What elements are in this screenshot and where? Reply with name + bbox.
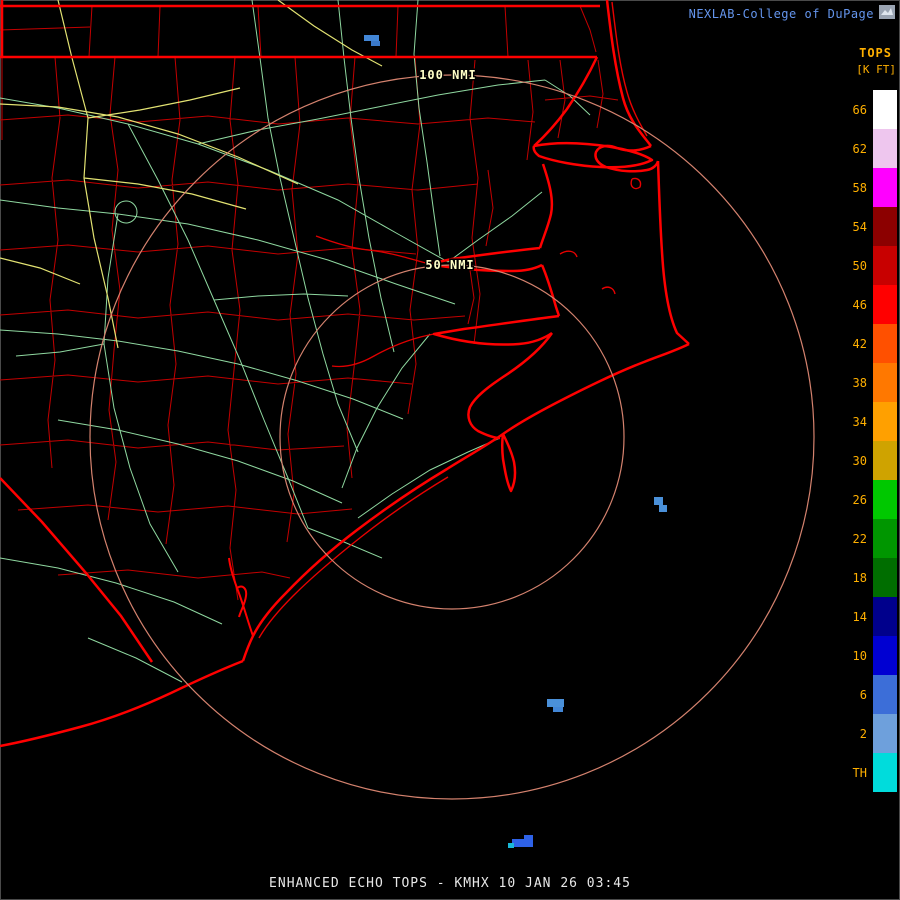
- echo-patch: [512, 839, 533, 847]
- legend-color-swatch: [873, 246, 897, 285]
- legend-value-label: 38: [852, 375, 867, 390]
- legend-row: 18: [833, 558, 897, 597]
- coastline-outer-banks: [0, 0, 690, 748]
- legend-color-swatch: [873, 363, 897, 402]
- legend-value-label: 58: [852, 180, 867, 195]
- echo-patch: [508, 843, 514, 848]
- legend-color-swatch: [873, 558, 897, 597]
- legend-value-label: 22: [852, 531, 867, 546]
- coastline-detail: [258, 1, 648, 639]
- legend-value-label: 42: [852, 336, 867, 351]
- legend-unit-label: [K FT]: [856, 63, 896, 76]
- range-ring-100nmi: [89, 74, 815, 800]
- legend-row: 42: [833, 324, 897, 363]
- radar-map: 50 NMI 100 NMI: [0, 0, 815, 848]
- legend-row: 54: [833, 207, 897, 246]
- road-lines: [0, 0, 591, 683]
- echo-patch: [524, 835, 533, 840]
- coastline-sound-shore: [427, 56, 654, 440]
- highway-lines: [0, 0, 383, 349]
- legend-value-label: 2: [859, 726, 867, 741]
- legend-row: 46: [833, 285, 897, 324]
- legend-value-label: 62: [852, 141, 867, 156]
- echo-patch: [654, 497, 663, 505]
- legend-value-label: 18: [852, 570, 867, 585]
- cape-fear-river: [228, 557, 254, 637]
- legend-value-label: 34: [852, 414, 867, 429]
- legend-color-swatch: [873, 675, 897, 714]
- legend-color-swatch: [873, 480, 897, 519]
- echo-patch: [371, 41, 380, 46]
- legend-value-label: 66: [852, 102, 867, 117]
- legend-row: 30: [833, 441, 897, 480]
- legend-row: 34: [833, 402, 897, 441]
- legend-color-swatch: [873, 753, 897, 792]
- legend-row: 38: [833, 363, 897, 402]
- legend-row: 14: [833, 597, 897, 636]
- legend-color-swatch: [873, 402, 897, 441]
- legend-row: 6: [833, 675, 897, 714]
- legend-color-swatch: [873, 90, 897, 129]
- echo-patch: [547, 699, 564, 707]
- legend-color-swatch: [873, 285, 897, 324]
- legend-value-label: 14: [852, 609, 867, 624]
- legend-title: TOPS: [859, 46, 892, 60]
- legend-row: 50: [833, 246, 897, 285]
- legend-color-swatch: [873, 207, 897, 246]
- legend-row: 26: [833, 480, 897, 519]
- legend-row: 10: [833, 636, 897, 675]
- echo-patch: [659, 505, 667, 512]
- echo-patches: [364, 35, 667, 848]
- state-borders: [0, 0, 600, 663]
- legend-value-label: 46: [852, 297, 867, 312]
- legend-color-swatch: [873, 636, 897, 675]
- legend-row: 2: [833, 714, 897, 753]
- range-ring-50nmi-label: 50 NMI: [425, 258, 474, 272]
- legend-value-label: TH: [852, 765, 867, 780]
- echo-patch: [364, 35, 379, 41]
- legend-value-label: 10: [852, 648, 867, 663]
- legend-color-swatch: [873, 519, 897, 558]
- legend-color-swatch: [873, 168, 897, 207]
- legend-row: 58: [833, 168, 897, 207]
- legend-color-swatch: [873, 129, 897, 168]
- legend-value-label: 50: [852, 258, 867, 273]
- echo-tops-legend: TOPS [K FT] 66 62 58 54 50 46 42 38 34 30 26 22 18 14…: [822, 0, 900, 900]
- legend-color-swatch: [873, 597, 897, 636]
- legend-row: 62: [833, 129, 897, 168]
- radar-viewport: 50 NMI 100 NMI NEXLAB-College of DuPage …: [0, 0, 900, 900]
- legend-color-swatch: [873, 324, 897, 363]
- legend-row: 22: [833, 519, 897, 558]
- river-lines: [315, 235, 435, 368]
- legend-color-swatch: [873, 441, 897, 480]
- legend-value-label: 6: [859, 687, 867, 702]
- legend-value-label: 54: [852, 219, 867, 234]
- range-ring-100nmi-label: 100 NMI: [419, 68, 477, 82]
- legend-row: 66: [833, 90, 897, 129]
- legend-color-swatch: [873, 714, 897, 753]
- echo-patch: [553, 707, 563, 712]
- legend-scale: 66 62 58 54 50 46 42 38 34 30 26 22 18 14 10 6 2 TH: [833, 90, 897, 792]
- product-caption: ENHANCED ECHO TOPS - KMHX 10 JAN 26 03:4…: [269, 876, 631, 891]
- legend-value-label: 26: [852, 492, 867, 507]
- legend-value-label: 30: [852, 453, 867, 468]
- beltline-loop: [114, 200, 138, 224]
- legend-row: TH: [833, 753, 897, 792]
